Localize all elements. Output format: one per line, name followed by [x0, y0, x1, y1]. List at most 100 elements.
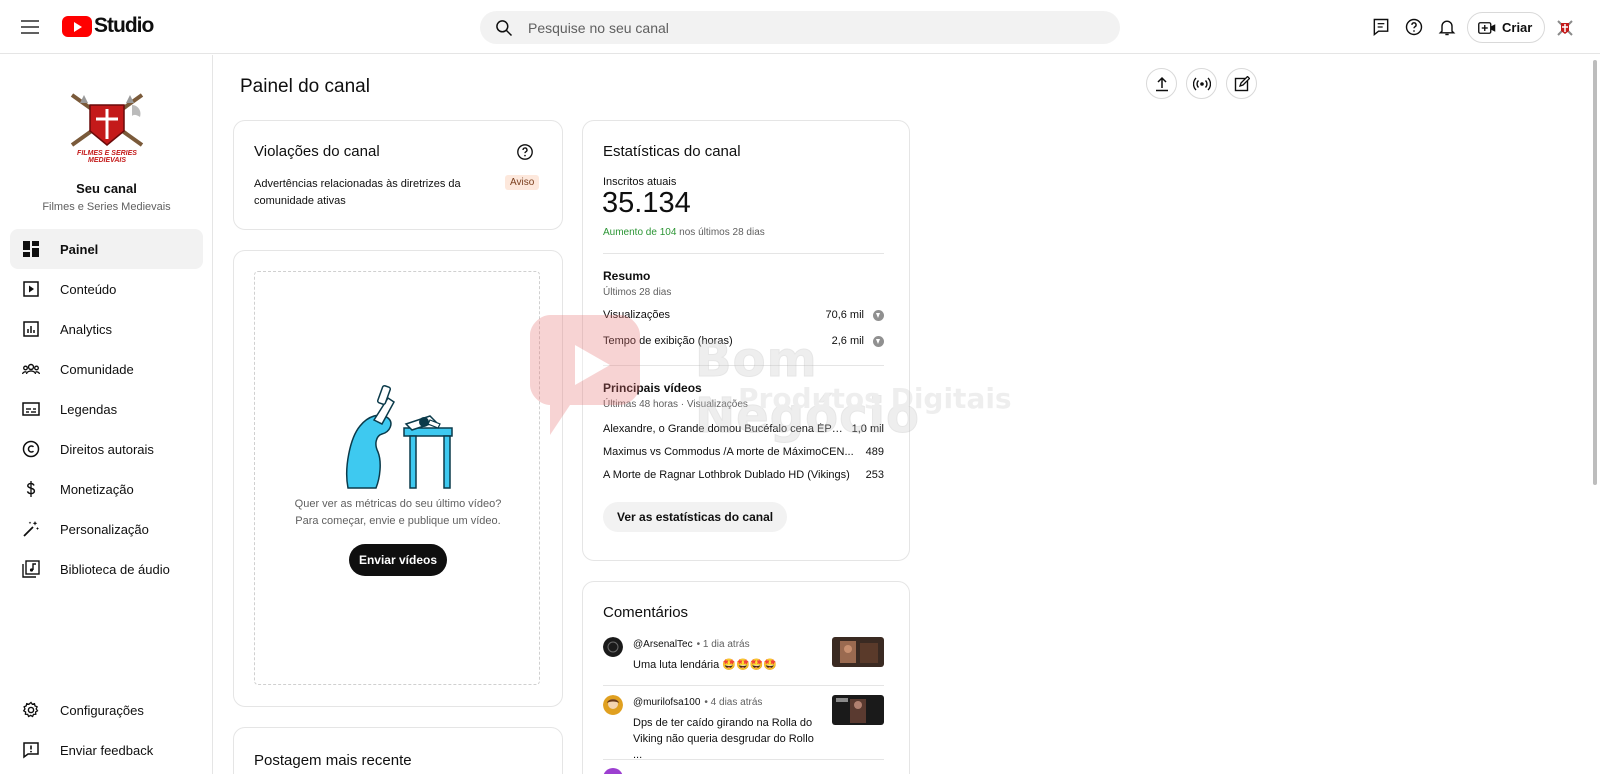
comment-item[interactable]: @murilofsa100 • 4 dias atrás Dps de ter c…	[603, 695, 884, 761]
svg-text:FILMES E SERIES: FILMES E SERIES	[77, 150, 137, 157]
create-label: Criar	[1502, 20, 1533, 35]
violations-card: Violações do canal Advertências relacion…	[233, 120, 563, 230]
top-video-title: A Morte de Ragnar Lothbrok Dublado HD (V…	[603, 469, 850, 481]
top-video-views: 489	[865, 446, 884, 458]
analytics-icon	[21, 319, 41, 339]
search-input[interactable]	[528, 19, 1088, 36]
create-button[interactable]: Criar	[1467, 12, 1546, 43]
sidebar-item-label: Painel	[60, 241, 99, 257]
notifications-bell-icon[interactable]	[1435, 15, 1459, 39]
sidebar-item-configuracoes[interactable]: Configurações	[10, 690, 203, 730]
comments-card: Comentários @ArsenalTec • 1 dia atrás Uma…	[582, 581, 910, 774]
sidebar-item-label: Comunidade	[60, 361, 134, 377]
summary-row-watch-time: Tempo de exibição (horas) 2,6 mil	[603, 335, 884, 347]
scrollbar[interactable]	[1593, 60, 1597, 485]
upload-dropzone[interactable]: Quer ver as métricas do seu último vídeo…	[254, 271, 540, 685]
channel-name: Filmes e Series Medievais	[42, 201, 171, 213]
sidebar-item-monetizacao[interactable]: Monetização	[10, 469, 203, 509]
upload-video-button[interactable]	[1146, 68, 1177, 99]
sidebar-item-painel[interactable]: Painel	[10, 229, 203, 269]
feedback-icon	[21, 740, 41, 760]
divider	[603, 365, 884, 366]
summary-label: Visualizações	[603, 309, 671, 321]
increase-period: nos últimos 28 dias	[679, 227, 765, 238]
monetization-icon	[21, 479, 41, 499]
summary-value: 2,6 mil	[831, 335, 864, 347]
content-icon	[21, 279, 41, 299]
video-thumbnail[interactable]	[832, 695, 884, 725]
latest-video-card: Quer ver as métricas do seu último vídeo…	[233, 250, 563, 707]
latest-post-card: Postagem mais recente	[233, 727, 563, 774]
settings-icon	[21, 700, 41, 720]
sidebar-item-label: Conteúdo	[60, 281, 117, 297]
sidebar-item-label: Biblioteca de áudio	[60, 561, 170, 577]
sidebar-item-label: Personalização	[60, 521, 149, 537]
go-live-button[interactable]	[1186, 68, 1217, 99]
upload-icon	[1155, 76, 1168, 91]
comment-author[interactable]: @ArsenalTec	[633, 639, 693, 650]
community-icon	[21, 359, 41, 379]
sidebar-item-label: Monetização	[60, 481, 134, 497]
comment-time: • 1 dia atrás	[696, 639, 750, 650]
video-thumbnail[interactable]	[832, 637, 884, 667]
help-icon[interactable]	[1402, 15, 1426, 39]
summary-label: Tempo de exibição (horas)	[603, 335, 733, 347]
copyright-icon	[21, 439, 41, 459]
comment-author-line: @murilofsa100 • 4 dias atrás	[633, 697, 762, 708]
latest-post-title: Postagem mais recente	[254, 752, 412, 769]
help-circle-icon[interactable]	[516, 143, 534, 161]
view-channel-stats-button[interactable]: Ver as estatísticas do canal	[603, 502, 788, 532]
subscribers-count: 35.134	[602, 187, 691, 219]
sidebar-item-analytics[interactable]: Analytics	[10, 309, 203, 349]
top-video-row[interactable]: Alexandre, o Grande domou Bucéfalo cena …	[603, 423, 884, 435]
upload-videos-button[interactable]: Enviar vídeos	[349, 544, 447, 576]
comment-item[interactable]: @ArsenalTec • 1 dia atrás Uma luta lendár…	[603, 637, 884, 685]
top-video-title: Alexandre, o Grande domou Bucéfalo cena …	[603, 423, 852, 435]
comment-text: Uma luta lendária 🤩🤩🤩🤩	[633, 659, 778, 671]
comments-title: Comentários	[603, 604, 689, 621]
create-post-button[interactable]	[1226, 68, 1257, 99]
sidebar-item-comunidade[interactable]: Comunidade	[10, 349, 203, 389]
top-bar: Studio Criar	[0, 0, 1600, 54]
summary-period: Últimos 28 dias	[603, 287, 672, 298]
sidebar-item-conteudo[interactable]: Conteúdo	[10, 269, 203, 309]
top-video-views: 253	[865, 469, 884, 481]
commenter-avatar[interactable]	[603, 695, 623, 715]
create-video-icon	[1478, 21, 1496, 34]
top-videos-title: Principais vídeos	[603, 381, 702, 395]
menu-icon[interactable]	[18, 15, 42, 39]
comment-text: Dps de ter caído girando na Rolla do Vik…	[633, 717, 814, 761]
top-video-row[interactable]: Maximus vs Commodus /A morte de MáximoCE…	[603, 446, 884, 458]
commenter-avatar[interactable]	[603, 768, 623, 774]
stats-title: Estatísticas do canal	[603, 143, 741, 160]
violations-text: Advertências relacionadas às diretrizes …	[254, 178, 461, 207]
svg-text:MEDIEVAIS: MEDIEVAIS	[88, 157, 126, 164]
top-video-row[interactable]: A Morte de Ragnar Lothbrok Dublado HD (V…	[603, 469, 884, 481]
sidebar-item-biblioteca-audio[interactable]: Biblioteca de áudio	[10, 549, 203, 589]
sidebar-item-direitos-autorais[interactable]: Direitos autorais	[10, 429, 203, 469]
commenter-avatar[interactable]	[603, 637, 623, 657]
divider	[603, 253, 884, 254]
sidebar-item-legendas[interactable]: Legendas	[10, 389, 203, 429]
feedback-message-icon[interactable]	[1369, 15, 1393, 39]
live-broadcast-icon	[1192, 77, 1211, 90]
summary-row-views: Visualizações 70,6 mil	[603, 309, 884, 321]
top-videos-period: Últimas 48 horas · Visualizações	[603, 399, 748, 410]
channel-stats-card: Estatísticas do canal Inscritos atuais 3…	[582, 120, 910, 561]
search-bar[interactable]	[480, 11, 1120, 44]
sidebar-item-personalizacao[interactable]: Personalização	[10, 509, 203, 549]
page-title: Painel do canal	[240, 76, 370, 97]
channel-logo[interactable]: FILMES E SERIES MEDIEVAIS	[62, 85, 152, 165]
violations-title: Violações do canal	[254, 143, 380, 160]
summary-value: 70,6 mil	[825, 309, 864, 321]
increase-highlight: Aumento de 104	[603, 227, 677, 238]
comment-author[interactable]: @murilofsa100	[633, 697, 700, 708]
account-avatar[interactable]	[1552, 15, 1578, 41]
warning-badge: Aviso	[505, 175, 540, 190]
divider	[603, 685, 884, 686]
sidebar-item-label: Enviar feedback	[60, 742, 154, 758]
comment-author-line: @ArsenalTec • 1 dia atrás	[633, 639, 750, 650]
sidebar-item-enviar-feedback[interactable]: Enviar feedback	[10, 730, 203, 770]
studio-logo[interactable]: Studio	[62, 14, 154, 38]
search-icon[interactable]	[494, 18, 514, 38]
